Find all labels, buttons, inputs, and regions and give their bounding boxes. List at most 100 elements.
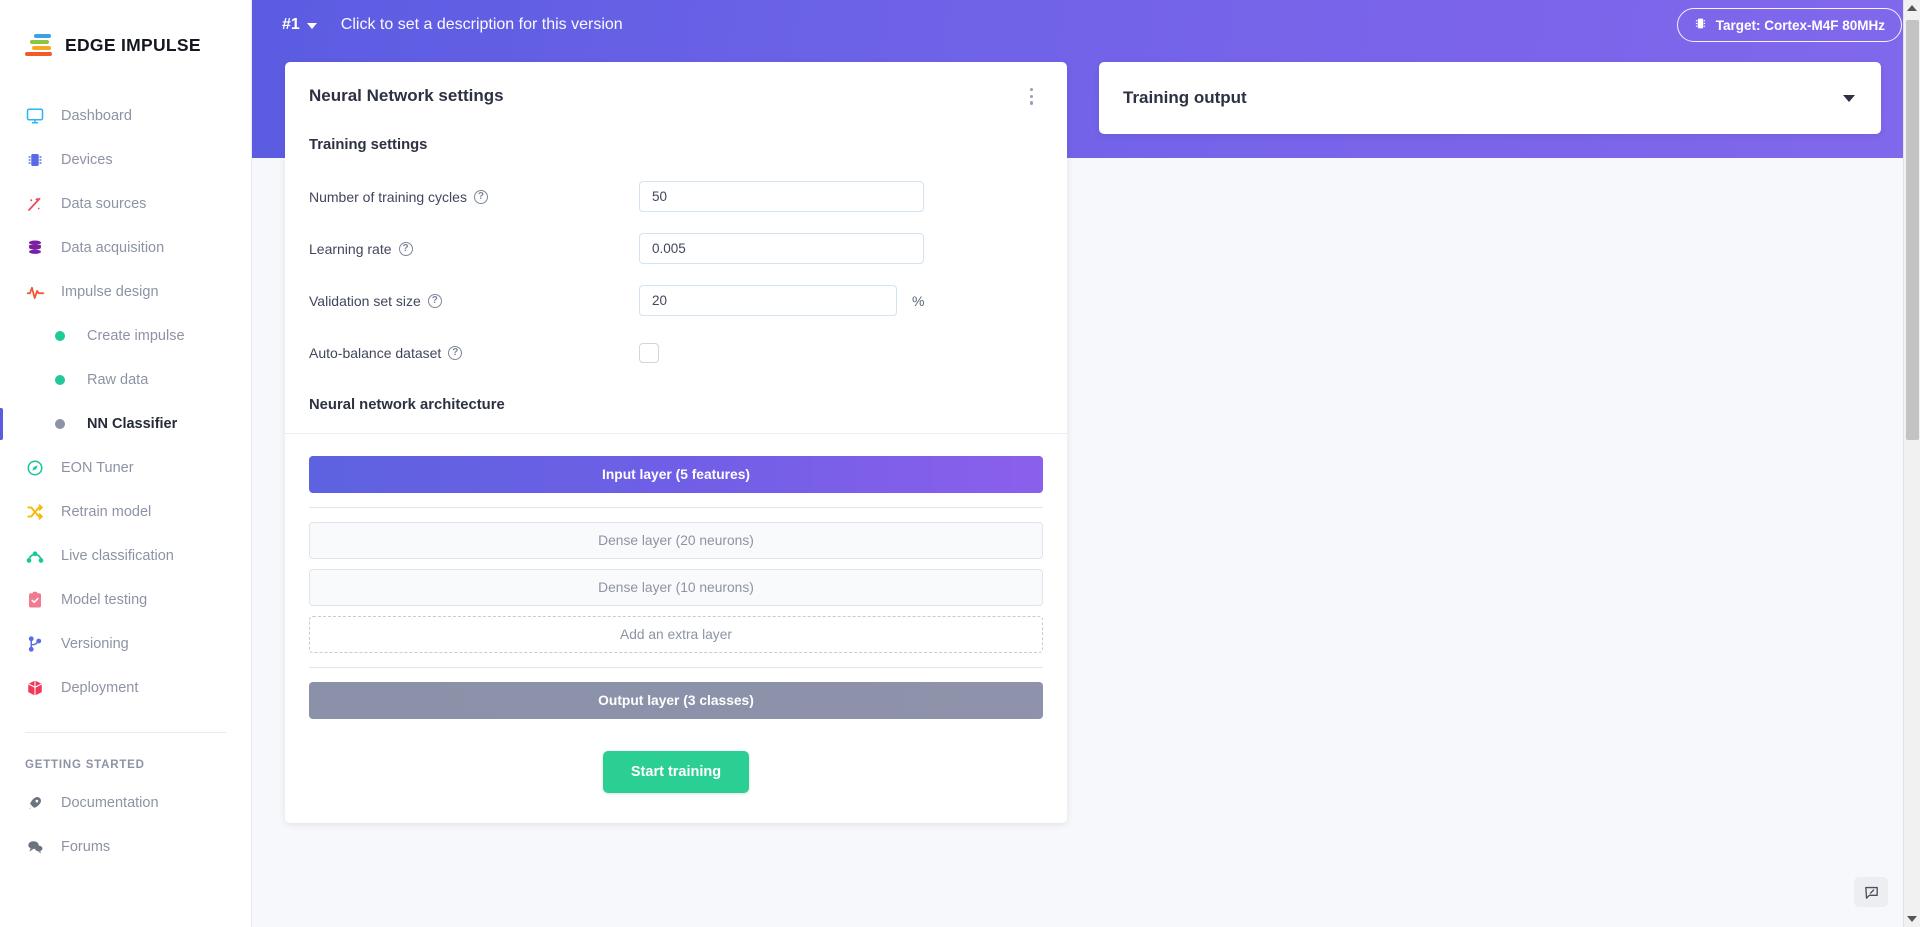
feedback-button[interactable]: [1854, 877, 1888, 907]
training-cycles-label: Number of training cycles: [309, 188, 467, 205]
git-branch-icon: [25, 634, 45, 654]
nn-settings-header: Neural Network settings: [285, 62, 1067, 129]
scrollbar-thumb[interactable]: [1906, 20, 1919, 440]
help-icon[interactable]: ?: [473, 189, 488, 204]
version-description-field[interactable]: Click to set a description for this vers…: [341, 16, 623, 34]
field-row-learning-rate: Learning rate ?: [285, 223, 1067, 275]
box-icon: [25, 678, 45, 698]
chevron-down-icon[interactable]: [1843, 94, 1855, 102]
training-cycles-input[interactable]: [639, 181, 924, 213]
scroll-down-icon[interactable]: [1907, 916, 1917, 922]
more-options-icon[interactable]: [1024, 84, 1039, 109]
field-label: Auto-balance dataset ?: [309, 345, 639, 361]
chevron-down-icon: [306, 23, 317, 29]
version-header-bar: #1 Click to set a description for this v…: [252, 0, 1920, 50]
training-settings-header: Training settings: [309, 136, 428, 153]
target-badge-label: Target: Cortex-M4F 80MHz: [1715, 17, 1885, 33]
training-output-card[interactable]: Training output: [1099, 62, 1881, 134]
brand-logo[interactable]: EDGE IMPULSE: [0, 22, 251, 68]
sidebar-item-label: Devices: [61, 152, 113, 168]
field-row-training-cycles: Number of training cycles ?: [285, 171, 1067, 223]
sidebar-item-label: Data acquisition: [61, 240, 165, 256]
sidebar-item-label: Versioning: [61, 636, 129, 652]
dense-layer-1[interactable]: Dense layer (20 neurons): [309, 521, 1043, 559]
sidebar-item-deployment[interactable]: Deployment: [0, 666, 251, 710]
start-training-button[interactable]: Start training: [602, 750, 750, 793]
percent-suffix: %: [912, 292, 925, 309]
wand-icon: [25, 194, 45, 214]
pulse-icon: [25, 282, 45, 302]
sidebar-item-label: Deployment: [61, 680, 139, 696]
sidebar-subitem-label: NN Classifier: [87, 416, 178, 432]
field-label: Learning rate ?: [309, 241, 639, 257]
field-row-auto-balance: Auto-balance dataset ?: [285, 327, 1067, 379]
arc-icon: [25, 546, 45, 566]
sidebar-item-dashboard[interactable]: Dashboard: [0, 94, 251, 138]
validation-size-label: Validation set size: [309, 292, 421, 309]
auto-balance-checkbox[interactable]: [639, 342, 659, 363]
sidebar-item-versioning[interactable]: Versioning: [0, 622, 251, 666]
chip-icon: [25, 150, 45, 170]
sidebar-item-create-impulse[interactable]: Create impulse: [0, 314, 251, 358]
page-title: Neural Network settings: [309, 86, 504, 106]
rocket-icon: [25, 793, 45, 813]
sidebar-item-nn-classifier[interactable]: NN Classifier: [0, 402, 251, 446]
help-icon[interactable]: ?: [448, 345, 463, 360]
sidebar-item-label: Dashboard: [61, 108, 132, 124]
clipboard-check-icon: [25, 590, 45, 610]
version-selector[interactable]: #1: [282, 16, 317, 34]
auto-balance-label: Auto-balance dataset: [309, 344, 442, 361]
dense-layer-2[interactable]: Dense layer (10 neurons): [309, 568, 1043, 606]
output-layer[interactable]: Output layer (3 classes): [309, 681, 1043, 719]
database-icon: [25, 238, 45, 258]
input-layer[interactable]: Input layer (5 features): [309, 455, 1043, 493]
compass-icon: [25, 458, 45, 478]
chip-icon: [1694, 16, 1707, 34]
monitor-icon: [25, 106, 45, 126]
sidebar: EDGE IMPULSE Dashboard Devices Data sour…: [0, 0, 252, 927]
sidebar-item-forums[interactable]: Forums: [0, 825, 251, 869]
page-scrollbar[interactable]: [1903, 0, 1920, 927]
feedback-icon: [1864, 886, 1878, 899]
scroll-up-icon[interactable]: [1907, 5, 1917, 11]
sidebar-item-label: EON Tuner: [61, 460, 134, 476]
app-root: EDGE IMPULSE Dashboard Devices Data sour…: [0, 0, 1920, 927]
nn-settings-card: Neural Network settings Training setting…: [285, 62, 1067, 823]
sidebar-item-label: Documentation: [61, 795, 159, 811]
sidebar-item-data-sources[interactable]: Data sources: [0, 182, 251, 226]
architecture-header: Neural network architecture: [285, 379, 1067, 434]
status-dot-icon: [55, 375, 65, 385]
help-icon[interactable]: ?: [427, 293, 442, 308]
sidebar-subitem-label: Create impulse: [87, 328, 185, 344]
field-row-validation-size: Validation set size ? %: [285, 275, 1067, 327]
main-content: #1 Click to set a description for this v…: [252, 0, 1920, 927]
validation-size-input[interactable]: [639, 285, 897, 317]
sidebar-item-label: Model testing: [61, 592, 148, 608]
help-icon[interactable]: ?: [398, 241, 413, 256]
sidebar-item-label: Data sources: [61, 196, 147, 212]
start-training-row: Start training: [285, 719, 1067, 793]
sidebar-item-devices[interactable]: Devices: [0, 138, 251, 182]
sidebar-item-label: Live classification: [61, 548, 174, 564]
chat-icon: [25, 837, 45, 857]
status-dot-icon: [55, 331, 65, 341]
sidebar-item-documentation[interactable]: Documentation: [0, 781, 251, 825]
sidebar-item-eon-tuner[interactable]: EON Tuner: [0, 446, 251, 490]
layer-divider: [309, 666, 1043, 668]
add-extra-layer-button[interactable]: Add an extra layer: [309, 615, 1043, 653]
sidebar-item-retrain-model[interactable]: Retrain model: [0, 490, 251, 534]
content-row: Neural Network settings Training setting…: [252, 50, 1920, 823]
sidebar-item-model-testing[interactable]: Model testing: [0, 578, 251, 622]
brand-name: EDGE IMPULSE: [65, 34, 201, 55]
sidebar-item-impulse-design[interactable]: Impulse design: [0, 270, 251, 314]
sidebar-section-header: GETTING STARTED: [25, 759, 145, 771]
sidebar-item-label: Retrain model: [61, 504, 152, 520]
status-dot-icon: [55, 419, 65, 429]
learning-rate-input[interactable]: [639, 233, 924, 265]
sidebar-item-live-classification[interactable]: Live classification: [0, 534, 251, 578]
target-badge[interactable]: Target: Cortex-M4F 80MHz: [1676, 8, 1902, 42]
layers-list: Input layer (5 features) Dense layer (20…: [285, 434, 1067, 719]
sidebar-nav: Dashboard Devices Data sources Data acqu…: [0, 94, 251, 869]
sidebar-item-raw-data[interactable]: Raw data: [0, 358, 251, 402]
sidebar-item-data-acquisition[interactable]: Data acquisition: [0, 226, 251, 270]
